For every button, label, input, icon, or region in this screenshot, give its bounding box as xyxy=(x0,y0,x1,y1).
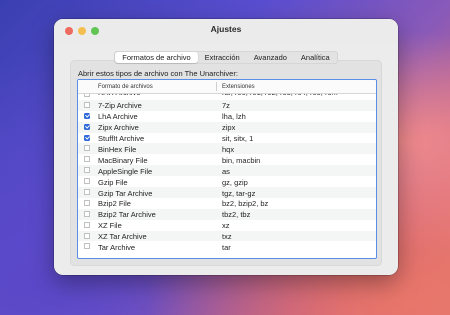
table-row[interactable]: MacBinary File bin, macbin xyxy=(78,154,376,165)
format-name: XZ File xyxy=(98,221,122,231)
format-name: Gzip Tar Archive xyxy=(98,188,153,198)
tab-avanzado[interactable]: Avanzado xyxy=(247,52,294,63)
column-divider xyxy=(216,82,217,91)
format-extensions: hqx xyxy=(222,144,235,154)
format-extensions: tbz2, tbz xyxy=(222,210,251,220)
format-extensions: bz2, bzip2, bz xyxy=(222,199,269,209)
format-name: MacBinary File xyxy=(98,155,148,165)
format-checkbox[interactable] xyxy=(84,123,90,130)
format-name: 7-Zip Archive xyxy=(98,101,142,111)
table-row[interactable]: Bzip2 Tar Archive tbz2, tbz xyxy=(78,208,376,220)
table-row[interactable]: Zipx Archive zipx xyxy=(78,121,376,133)
format-extensions: zipx xyxy=(222,123,236,133)
format-extensions: xz xyxy=(222,221,230,231)
format-extensions: as xyxy=(222,166,230,176)
settings-window: Ajustes Formatos de archivo Extracción A… xyxy=(54,19,398,275)
table-row[interactable]: Bzip2 File bz2, bzip2, bz xyxy=(78,198,376,209)
table-row[interactable]: LhA Archive lha, lzh xyxy=(78,111,376,122)
format-checkbox[interactable] xyxy=(84,243,90,250)
file-formats-table[interactable]: RAR Archiverar, r00, r01, r02, r03, r04,… xyxy=(77,79,377,259)
format-checkbox[interactable] xyxy=(84,101,90,108)
format-checkbox[interactable] xyxy=(84,221,90,228)
format-extensions: bin, macbin xyxy=(222,155,261,165)
format-name: Zipx Archive xyxy=(98,123,139,133)
format-checkbox[interactable] xyxy=(84,232,90,239)
table-row[interactable]: XZ File xz xyxy=(78,220,376,231)
format-extensions: 7z xyxy=(222,101,230,111)
format-extensions: tar xyxy=(222,242,231,252)
format-checkbox[interactable] xyxy=(84,134,90,141)
format-extensions: sit, sitx, 1 xyxy=(222,134,254,144)
format-name: BinHex File xyxy=(98,144,137,154)
table-row[interactable]: BinHex File hqx xyxy=(78,143,376,155)
format-name: Bzip2 File xyxy=(98,199,131,209)
table-row[interactable]: StuffIt Archive sit, sitx, 1 xyxy=(78,133,376,144)
table-row[interactable]: AppleSingle File as xyxy=(78,165,376,177)
format-extensions: gz, gzip xyxy=(222,177,248,187)
format-checkbox[interactable] xyxy=(84,145,90,152)
table-row[interactable]: Tar Archive tar xyxy=(78,241,376,252)
format-extensions: txz xyxy=(222,232,232,242)
column-header-extensions[interactable]: Extensiones xyxy=(222,84,255,90)
title-bar: Ajustes xyxy=(54,19,398,43)
format-name: StuffIt Archive xyxy=(98,134,145,144)
format-checkbox[interactable] xyxy=(84,178,90,185)
window-title: Ajustes xyxy=(210,24,242,34)
format-checkbox[interactable] xyxy=(84,210,90,217)
format-name: LhA Archive xyxy=(98,112,138,122)
format-checkbox[interactable] xyxy=(84,112,90,119)
format-checkbox[interactable] xyxy=(84,189,90,196)
format-extensions: lha, lzh xyxy=(222,112,246,122)
column-header-format[interactable]: Formato de archivos xyxy=(98,84,153,90)
format-name: Bzip2 Tar Archive xyxy=(98,210,156,220)
format-checkbox[interactable] xyxy=(84,199,90,206)
table-row[interactable]: XZ Tar Archive txz xyxy=(78,230,376,242)
tab-bar: Formatos de archivo Extracción Avanzado … xyxy=(54,51,398,64)
format-checkbox[interactable] xyxy=(84,156,90,163)
tab-formatos-de-archivo[interactable]: Formatos de archivo xyxy=(115,52,198,63)
format-checkbox[interactable] xyxy=(84,167,90,174)
format-name: Tar Archive xyxy=(98,242,136,252)
file-types-prompt: Abrir estos tipos de archivo con The Una… xyxy=(78,69,238,78)
tab-extraccion[interactable]: Extracción xyxy=(198,52,247,63)
format-name: AppleSingle File xyxy=(98,166,153,176)
segmented-control: Formatos de archivo Extracción Avanzado … xyxy=(114,51,338,64)
table-row[interactable]: Gzip File gz, gzip xyxy=(78,176,376,187)
table-header: Formato de archivos Extensiones xyxy=(78,80,376,94)
tab-analitica[interactable]: Analítica xyxy=(294,52,337,63)
format-extensions: tgz, tar-gz xyxy=(222,188,256,198)
table-body: RAR Archiverar, r00, r01, r02, r03, r04,… xyxy=(78,88,376,252)
table-row[interactable]: Gzip Tar Archive tgz, tar-gz xyxy=(78,187,376,198)
table-row[interactable]: 7-Zip Archive 7z xyxy=(78,99,376,111)
format-name: XZ Tar Archive xyxy=(98,232,147,242)
format-name: Gzip File xyxy=(98,177,128,187)
